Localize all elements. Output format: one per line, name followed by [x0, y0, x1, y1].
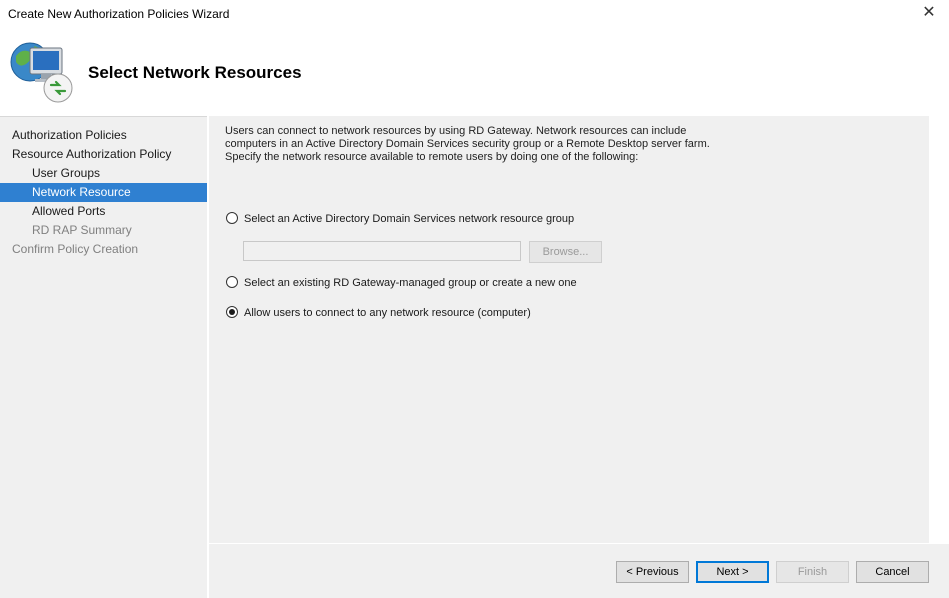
previous-button[interactable]: < Previous [616, 561, 689, 583]
sidebar-item-user-groups[interactable]: User Groups [0, 164, 207, 183]
sidebar-item-rd-rap-summary: RD RAP Summary [32, 223, 132, 237]
sidebar-item-allowed-ports[interactable]: Allowed Ports [0, 202, 207, 221]
wizard-header: Select Network Resources [0, 28, 949, 114]
sidebar-item-authorization-policies[interactable]: Authorization Policies [0, 126, 207, 145]
wizard-content-panel: Users can connect to network resources b… [209, 116, 929, 543]
close-icon[interactable]: ✕ [919, 3, 939, 23]
intro-line-2: computers in an Active Directory Domain … [225, 138, 710, 150]
sidebar-item-resource-authorization-policy[interactable]: Resource Authorization Policy [0, 145, 207, 164]
option-ad-ds-group-label[interactable]: Select an Active Directory Domain Servic… [244, 211, 574, 227]
intro-line-1: Users can connect to network resources b… [225, 125, 687, 137]
wizard-footer: < Previous Next > Finish Cancel [209, 543, 949, 598]
cancel-button[interactable]: Cancel [856, 561, 929, 583]
finish-button: Finish [776, 561, 849, 583]
sidebar-item-confirm-policy-creation: Confirm Policy Creation [12, 242, 139, 256]
rd-gateway-network-icon [10, 42, 73, 103]
browse-button: Browse... [529, 241, 602, 263]
sidebar-item-network-resource[interactable]: Network Resource [0, 183, 207, 202]
option-any-network-resource-label[interactable]: Allow users to connect to any network re… [244, 305, 531, 321]
radio-ad-ds-group[interactable] [226, 212, 238, 224]
intro-line-3: Specify the network resource available t… [225, 151, 639, 163]
network-resource-group-field [243, 241, 521, 261]
window-title: Create New Authorization Policies Wizard [8, 7, 230, 21]
next-button[interactable]: Next > [696, 561, 769, 583]
radio-any-network-resource[interactable] [226, 306, 238, 318]
wizard-steps-sidebar: Authorization Policies Resource Authoriz… [0, 116, 207, 598]
title-bar: Create New Authorization Policies Wizard… [0, 0, 949, 28]
intro-text: Users can connect to network resources b… [225, 125, 725, 164]
page-title: Select Network Resources [88, 63, 302, 82]
radio-rd-gateway-managed-group[interactable] [226, 276, 238, 288]
option-rd-gateway-managed-group-label[interactable]: Select an existing RD Gateway-managed gr… [244, 275, 577, 291]
right-edge-strip [929, 116, 949, 543]
